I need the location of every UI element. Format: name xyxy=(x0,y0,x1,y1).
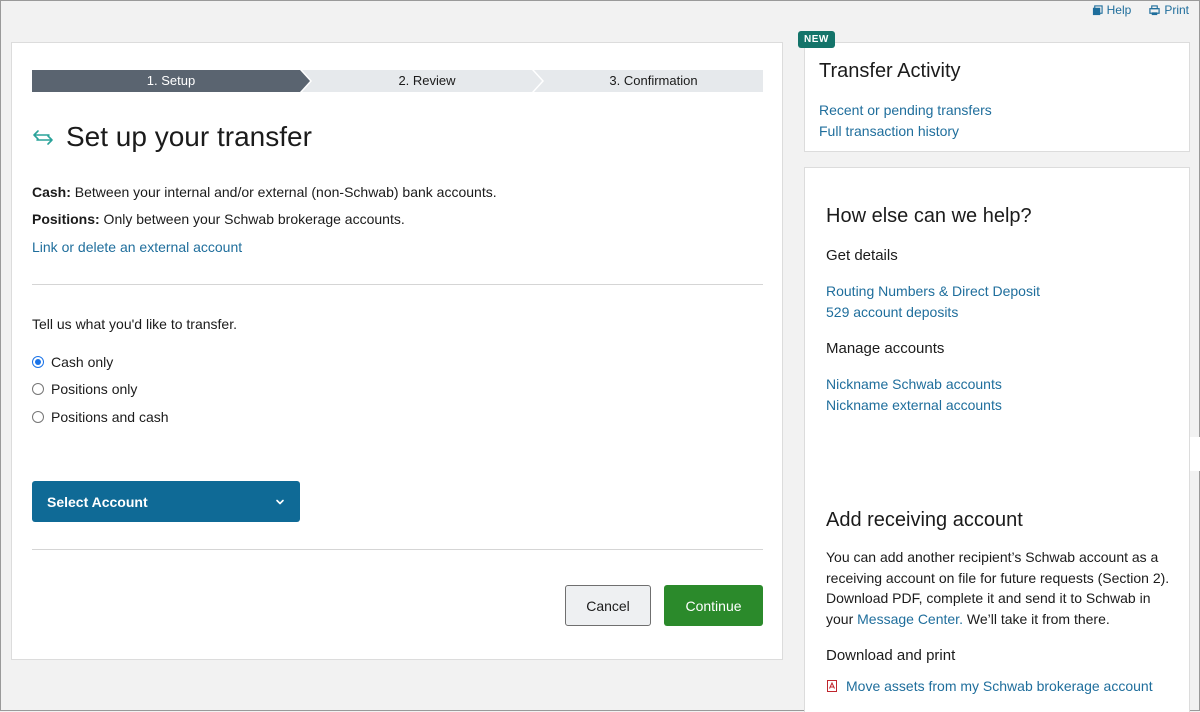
manage-accounts-heading: Manage accounts xyxy=(826,340,945,357)
help-title: How else can we help? xyxy=(826,205,1032,227)
message-center-link[interactable]: Message Center. xyxy=(857,611,963,627)
transaction-history-link[interactable]: Full transaction history xyxy=(819,121,992,142)
activity-title: Transfer Activity xyxy=(819,60,961,82)
page-frame: Help Print 1. Setup 2. Review 3. Confirm… xyxy=(0,0,1200,712)
download-print-heading: Download and print xyxy=(826,647,956,664)
radio-button[interactable] xyxy=(32,410,44,423)
page-title: Set up your transfer xyxy=(66,121,312,152)
print-label: Print xyxy=(1164,3,1189,17)
print-icon xyxy=(1149,4,1160,15)
divider xyxy=(32,284,763,285)
new-badge: NEW xyxy=(798,31,835,48)
step-review: 2. Review xyxy=(302,70,542,92)
pdf-download-row[interactable]: Move assets from my Schwab brokerage acc… xyxy=(826,678,1153,694)
add-receiving-title: Add receiving account xyxy=(826,509,1023,531)
get-details-heading: Get details xyxy=(826,247,898,264)
nickname-schwab-link[interactable]: Nickname Schwab accounts xyxy=(826,374,1002,395)
radio-label: Positions only xyxy=(51,381,138,398)
cancel-button[interactable]: Cancel xyxy=(565,585,651,626)
nickname-external-link[interactable]: Nickname external accounts xyxy=(826,395,1002,416)
help-label: Help xyxy=(1106,3,1132,17)
cash-text: Between your internal and/or external (n… xyxy=(70,184,497,200)
activity-links: Recent or pending transfers Full transac… xyxy=(819,100,992,142)
positions-description: Positions: Only between your Schwab brok… xyxy=(32,211,405,227)
select-account-dropdown[interactable]: Select Account xyxy=(32,481,300,522)
scrollbar[interactable] xyxy=(1190,437,1200,471)
transfer-activity-card: Transfer Activity Recent or pending tran… xyxy=(804,42,1190,152)
print-link[interactable]: Print xyxy=(1149,3,1189,17)
title-row: Set up your transfer xyxy=(32,121,312,153)
radio-label: Cash only xyxy=(51,353,114,370)
cash-label: Cash: xyxy=(32,184,71,200)
positions-text: Only between your Schwab brokerage accou… xyxy=(99,211,405,227)
select-account-label: Select Account xyxy=(47,493,148,510)
radio-option-positions-and-cash[interactable]: Positions and cash xyxy=(32,403,169,431)
cash-description: Cash: Between your internal and/or exter… xyxy=(32,184,497,200)
transfer-arrows-icon xyxy=(33,130,53,145)
radio-label: Positions and cash xyxy=(51,408,169,425)
step-setup: 1. Setup xyxy=(32,70,310,92)
divider xyxy=(32,549,763,550)
help-icon xyxy=(1092,4,1103,15)
help-link[interactable]: Help xyxy=(1092,3,1132,17)
transfer-setup-card: 1. Setup 2. Review 3. Confirmation Set u… xyxy=(11,42,783,660)
move-assets-pdf-link[interactable]: Move assets from my Schwab brokerage acc… xyxy=(846,678,1153,694)
link-external-account[interactable]: Link or delete an external account xyxy=(32,239,242,255)
transfer-type-radios: Cash only Positions only Positions and c… xyxy=(32,348,169,431)
utility-links: Help Print xyxy=(1092,3,1189,17)
routing-numbers-link[interactable]: Routing Numbers & Direct Deposit xyxy=(826,281,1040,302)
receive-text-part2: We’ll take it from there. xyxy=(962,610,1110,627)
radio-button[interactable] xyxy=(32,383,44,396)
help-card: How else can we help? Get details Routin… xyxy=(804,167,1190,712)
transfer-type-question: Tell us what you'd like to transfer. xyxy=(32,316,237,332)
radio-option-cash-only[interactable]: Cash only xyxy=(32,348,169,376)
details-links: Routing Numbers & Direct Deposit 529 acc… xyxy=(826,281,1040,323)
529-deposits-link[interactable]: 529 account deposits xyxy=(826,302,1040,323)
recent-transfers-link[interactable]: Recent or pending transfers xyxy=(819,100,992,121)
radio-button[interactable] xyxy=(32,355,44,368)
pdf-icon xyxy=(827,680,837,692)
continue-button[interactable]: Continue xyxy=(664,585,763,626)
progress-stepper: 1. Setup 2. Review 3. Confirmation xyxy=(32,70,763,92)
manage-links: Nickname Schwab accounts Nickname extern… xyxy=(826,374,1002,416)
step-confirmation: 3. Confirmation xyxy=(534,70,763,92)
chevron-down-icon xyxy=(276,499,284,504)
add-receiving-text: You can add another recipient’s Schwab a… xyxy=(826,547,1171,629)
radio-option-positions-only[interactable]: Positions only xyxy=(32,376,169,404)
positions-label: Positions: xyxy=(32,211,100,227)
